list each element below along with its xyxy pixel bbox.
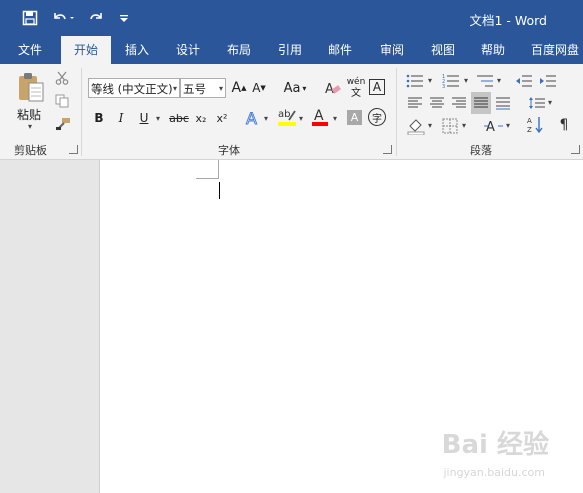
shading-dropdown-icon[interactable]: ▾ [428,121,432,130]
borders-icon[interactable] [440,116,460,136]
change-case-icon[interactable]: Aa ▾ [280,78,310,98]
svg-text:A: A [314,108,324,124]
font-color-dropdown-icon[interactable]: ▾ [333,114,337,123]
svg-text:Z: Z [527,126,532,134]
tab-baidu-netdisk[interactable]: 百度网盘 [527,36,583,64]
svg-text:ab: ab [278,109,290,120]
underline-button[interactable]: U [136,109,152,127]
paste-icon[interactable] [14,70,48,104]
font-launcher-icon[interactable] [383,145,392,154]
italic-button[interactable]: I [113,109,129,127]
font-size-dropdown-icon[interactable]: ▾ [219,79,223,97]
paragraph-group-label: 段落 [470,144,492,157]
tab-layout[interactable]: 布局 [217,36,261,64]
clear-formatting-icon[interactable]: A [323,78,343,98]
watermark-url: jingyan.baidu.com [443,466,545,479]
tab-help[interactable]: 帮助 [471,36,515,64]
superscript-button[interactable]: x² [214,109,230,127]
chinese-layout-dropdown-icon[interactable]: ▾ [506,121,510,130]
tab-home[interactable]: 开始 [61,36,111,64]
show-formatting-marks-icon[interactable]: ¶ [555,114,573,136]
font-size-value: 五号 [183,82,206,96]
clipboard-launcher-icon[interactable] [69,145,78,154]
underline-dropdown-icon[interactable]: ▾ [156,114,160,123]
strikethrough-button[interactable]: abc [167,109,191,127]
tab-view[interactable]: 视图 [421,36,465,64]
cut-icon[interactable] [54,70,70,86]
clipboard-group-label: 剪贴板 [14,144,47,157]
bullets-dropdown-icon[interactable]: ▾ [428,76,432,85]
tab-mailings[interactable]: 邮件 [318,36,362,64]
increase-indent-icon[interactable] [538,72,558,90]
svg-text:A: A [527,117,532,125]
line-spacing-dropdown-icon[interactable]: ▾ [548,98,552,107]
copy-icon[interactable] [54,93,70,109]
font-name-value: 等线 (中文正文) [91,82,173,96]
grow-font-icon[interactable]: A ▲ [230,78,248,98]
group-separator [396,68,397,156]
tab-review[interactable]: 审阅 [370,36,414,64]
font-size-combo[interactable]: 五号 ▾ [180,78,226,98]
align-center-icon[interactable] [428,94,446,112]
margin-marker-horizontal [196,178,218,179]
paste-label[interactable]: 粘贴 [17,106,41,123]
highlight-color-icon[interactable]: ab [276,105,298,129]
ribbon: 粘贴 ▾ 剪贴板 等线 (中文正文) ▾ 五号 ▾ A ▲ A ▼ Aa ▾ A wé… [0,64,583,160]
margin-marker-vertical [218,160,219,179]
shrink-font-icon[interactable]: A ▼ [250,78,268,98]
paste-dropdown-icon[interactable]: ▾ [28,122,32,131]
justify-icon[interactable] [471,92,491,114]
group-separator [81,68,82,156]
bold-button[interactable]: B [91,109,107,127]
ribbon-tabs: 文件 开始 插入 设计 布局 引用 邮件 审阅 视图 帮助 百度网盘 [0,36,583,64]
font-group-label: 字体 [218,144,240,157]
align-left-icon[interactable] [406,94,424,112]
sort-icon[interactable]: AZ [525,114,545,136]
shading-icon[interactable] [405,116,427,136]
distributed-icon[interactable] [494,94,512,112]
enclose-characters-icon[interactable]: 字 [368,108,386,126]
line-spacing-icon[interactable] [527,94,547,112]
character-border-icon[interactable]: A [369,79,385,95]
text-effects-icon[interactable]: A [243,107,263,129]
subscript-button[interactable]: x₂ [193,109,209,127]
numbering-icon[interactable]: 123 [440,72,462,90]
tab-references[interactable]: 引用 [268,36,312,64]
text-cursor [219,182,220,199]
watermark-logo: Bai 经验 [441,430,549,460]
highlight-dropdown-icon[interactable]: ▾ [299,114,303,123]
font-name-dropdown-icon[interactable]: ▾ [171,79,177,97]
font-name-combo[interactable]: 等线 (中文正文) ▾ [88,78,180,98]
text-effects-dropdown-icon[interactable]: ▾ [264,114,268,123]
align-right-icon[interactable] [450,94,468,112]
tab-file[interactable]: 文件 [6,36,54,64]
font-color-icon[interactable]: A [310,105,330,129]
chinese-layout-icon[interactable]: A [483,116,505,136]
multilevel-dropdown-icon[interactable]: ▾ [497,76,501,85]
decrease-indent-icon[interactable] [514,72,534,90]
numbering-dropdown-icon[interactable]: ▾ [464,76,468,85]
document-title: 文档1 - Word [469,13,547,28]
multilevel-list-icon[interactable] [474,72,496,90]
bullets-icon[interactable] [404,72,426,90]
phonetic-guide-icon[interactable]: wén 文 [345,76,367,100]
format-painter-icon[interactable] [54,116,72,132]
undo-icon[interactable] [50,9,76,27]
character-shading-icon[interactable]: A [347,110,362,125]
svg-text:A: A [486,120,495,134]
svg-text:3: 3 [442,84,445,88]
tab-design[interactable]: 设计 [166,36,210,64]
customize-quick-access-icon[interactable] [116,9,132,27]
save-icon[interactable] [20,9,40,27]
redo-icon[interactable] [86,9,106,27]
paragraph-launcher-icon[interactable] [571,145,580,154]
borders-dropdown-icon[interactable]: ▾ [462,121,466,130]
svg-text:A: A [246,109,257,128]
title-bar: 文档1 - Word [0,0,583,36]
tab-insert[interactable]: 插入 [115,36,159,64]
